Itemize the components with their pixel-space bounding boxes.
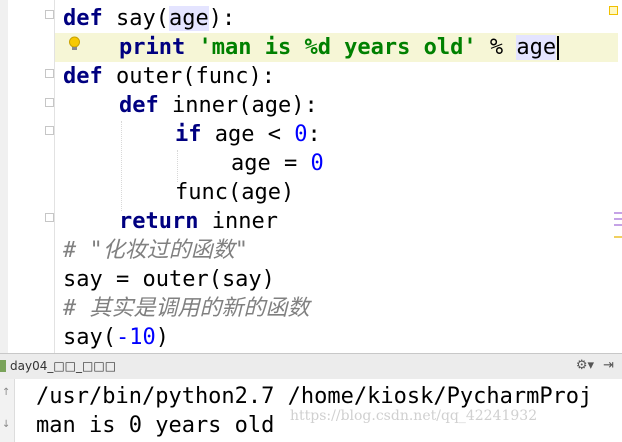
scroll-down-icon[interactable]: ↓ bbox=[2, 419, 10, 430]
code-line-7: func(age) bbox=[63, 178, 294, 207]
code-line-4: def inner(age): bbox=[63, 91, 318, 120]
comment: # 其实是调用的新的函数 bbox=[63, 296, 310, 321]
fold-marker[interactable] bbox=[45, 10, 54, 19]
hide-icon[interactable]: ⇥ bbox=[603, 358, 614, 373]
fold-marker[interactable] bbox=[45, 126, 54, 135]
keyword: print bbox=[119, 35, 186, 60]
number-literal: 0 bbox=[310, 151, 324, 176]
scroll-marker[interactable] bbox=[614, 236, 622, 238]
watermark: https://blog.csdn.net/qq_42241932 bbox=[290, 408, 538, 424]
code-line-2-current: print 'man is %d years old' % age bbox=[55, 33, 618, 62]
code-text: say = outer(say) bbox=[63, 267, 275, 292]
code-line-12: say(-10) bbox=[63, 323, 169, 352]
lightbulb-icon[interactable] bbox=[68, 36, 81, 52]
code-line-9: # "化妆过的函数" bbox=[63, 236, 248, 265]
fold-marker[interactable] bbox=[45, 213, 54, 222]
code-text: say( bbox=[63, 325, 116, 350]
keyword: return bbox=[119, 209, 199, 234]
console-toolbar: ↑ ↓ bbox=[0, 379, 15, 442]
code-line-6: age = 0 bbox=[63, 149, 324, 178]
code-line-8: return inner bbox=[63, 207, 278, 236]
parameter: age bbox=[168, 6, 209, 31]
code-line-3: def outer(func): bbox=[63, 62, 275, 91]
code-text: say( bbox=[102, 6, 169, 31]
scroll-marker[interactable] bbox=[614, 218, 622, 220]
comment: # "化妆过的函数" bbox=[63, 238, 248, 263]
run-panel-title: day04_□□_□□□ bbox=[10, 359, 117, 373]
code-line-10: say = outer(say) bbox=[63, 265, 275, 294]
inspection-status-icon[interactable] bbox=[609, 6, 618, 15]
console-line: /usr/bin/python2.7 /home/kiosk/PycharmPr… bbox=[36, 384, 593, 409]
run-icon bbox=[0, 360, 6, 372]
gear-icon[interactable]: ⚙▾ bbox=[576, 358, 594, 373]
number-literal: -10 bbox=[115, 325, 156, 350]
code-text: inner(age): bbox=[158, 93, 318, 118]
code-line-1: def say(age): bbox=[63, 4, 235, 33]
text-cursor bbox=[557, 36, 560, 60]
code-text: inner bbox=[198, 209, 278, 234]
keyword: def bbox=[119, 93, 159, 118]
code-text: outer(func): bbox=[102, 64, 275, 89]
variable: age bbox=[516, 35, 557, 60]
code-text: age = bbox=[231, 151, 311, 176]
code-text: : bbox=[307, 122, 321, 147]
code-text: func(age) bbox=[175, 180, 295, 205]
code-text: % bbox=[476, 35, 517, 60]
string-literal: 'man is %d years old' bbox=[198, 35, 477, 60]
run-panel-header: day04_□□_□□□ ⚙▾ ⇥ bbox=[0, 353, 622, 379]
keyword: if bbox=[175, 122, 202, 147]
scroll-marker[interactable] bbox=[614, 212, 622, 214]
rerun-icon[interactable]: ↑ bbox=[2, 387, 10, 398]
code-text: ) bbox=[155, 325, 169, 350]
code-text: age < bbox=[201, 122, 295, 147]
keyword: def bbox=[63, 6, 103, 31]
scroll-marker[interactable] bbox=[614, 224, 622, 226]
code-text: ): bbox=[208, 6, 236, 31]
code-line-5: if age < 0: bbox=[63, 120, 321, 149]
keyword: def bbox=[63, 64, 103, 89]
fold-marker[interactable] bbox=[45, 98, 54, 107]
code-line-11: # 其实是调用的新的函数 bbox=[63, 294, 310, 323]
editor-left-strip bbox=[0, 0, 8, 353]
number-literal: 0 bbox=[294, 122, 308, 147]
console-line: man is 0 years old bbox=[36, 413, 275, 438]
code-editor[interactable]: def say(age): print 'man is %d years old… bbox=[0, 0, 622, 353]
fold-marker[interactable] bbox=[45, 69, 54, 78]
